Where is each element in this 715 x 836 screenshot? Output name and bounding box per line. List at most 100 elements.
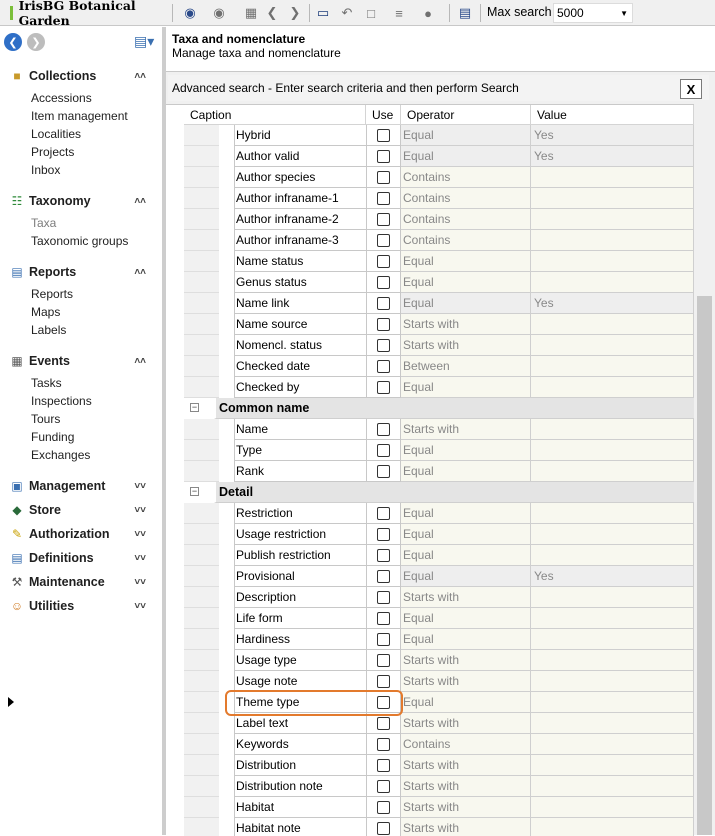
use-checkbox[interactable] xyxy=(377,590,390,604)
use-cell[interactable] xyxy=(366,629,401,650)
use-checkbox[interactable] xyxy=(377,149,390,163)
use-checkbox[interactable] xyxy=(377,233,390,247)
use-checkbox[interactable] xyxy=(377,548,390,562)
operator-cell[interactable]: Contains xyxy=(401,230,531,251)
operator-cell[interactable]: Between xyxy=(401,356,531,377)
value-cell[interactable]: Yes xyxy=(531,566,694,587)
chevron-up-icon[interactable]: ˄˄ xyxy=(134,196,146,207)
table-row[interactable]: Checked date Between xyxy=(184,356,694,377)
nav-forward-icon[interactable]: ❯ xyxy=(27,33,45,51)
table-row[interactable]: Nomencl. status Starts with xyxy=(184,335,694,356)
operator-cell[interactable]: Contains xyxy=(401,188,531,209)
sidebar-item-taxonomic-groups[interactable]: Taxonomic groups xyxy=(31,234,128,248)
use-cell[interactable] xyxy=(366,566,401,587)
operator-cell[interactable]: Equal xyxy=(401,251,531,272)
table-row[interactable]: Author valid Equal Yes xyxy=(184,146,694,167)
use-cell[interactable] xyxy=(366,167,401,188)
use-checkbox[interactable] xyxy=(377,443,390,457)
use-cell[interactable] xyxy=(366,713,401,734)
undo-icon[interactable]: ↶ xyxy=(337,3,357,23)
value-cell[interactable] xyxy=(531,209,694,230)
use-cell[interactable] xyxy=(366,125,401,146)
table-row[interactable]: Description Starts with xyxy=(184,587,694,608)
use-cell[interactable] xyxy=(366,755,401,776)
value-cell[interactable] xyxy=(531,755,694,776)
table-row[interactable]: Usage type Starts with xyxy=(184,650,694,671)
use-checkbox[interactable] xyxy=(377,716,390,730)
use-checkbox[interactable] xyxy=(377,422,390,436)
row-indicator[interactable] xyxy=(184,314,219,335)
row-indicator[interactable] xyxy=(184,692,219,713)
chevron-down-icon[interactable]: ˅˅ xyxy=(134,481,146,492)
value-cell[interactable]: Yes xyxy=(531,146,694,167)
operator-cell[interactable]: Starts with xyxy=(401,776,531,797)
use-checkbox[interactable] xyxy=(377,821,390,835)
collapse-icon[interactable]: − xyxy=(190,487,199,496)
operator-cell[interactable]: Equal xyxy=(401,545,531,566)
sidebar-item-funding[interactable]: Funding xyxy=(31,430,74,444)
value-cell[interactable] xyxy=(531,377,694,398)
use-checkbox[interactable] xyxy=(377,569,390,583)
sidebar-group-maintenance[interactable]: ⚒ Maintenance ˅˅ xyxy=(0,571,160,593)
value-cell[interactable] xyxy=(531,734,694,755)
sidebar-menu-icon[interactable]: ▤▾ xyxy=(134,33,156,51)
operator-cell[interactable]: Starts with xyxy=(401,755,531,776)
use-checkbox[interactable] xyxy=(377,758,390,772)
row-indicator[interactable] xyxy=(184,629,219,650)
table-row[interactable]: Habitat note Starts with xyxy=(184,818,694,836)
use-checkbox[interactable] xyxy=(377,170,390,184)
export-icon[interactable]: ≡ xyxy=(389,3,409,23)
save-icon[interactable]: □ xyxy=(361,3,381,23)
max-search-select[interactable]: 5000 ▼ xyxy=(553,3,633,23)
find-icon[interactable]: ◉ xyxy=(180,3,200,23)
sidebar-group-utilities[interactable]: ☺ Utilities ˅˅ xyxy=(0,595,160,617)
operator-cell[interactable]: Equal xyxy=(401,692,531,713)
table-row[interactable]: Life form Equal xyxy=(184,608,694,629)
table-row[interactable]: Usage note Starts with xyxy=(184,671,694,692)
grid-icon[interactable]: ▦ xyxy=(241,3,261,23)
value-cell[interactable] xyxy=(531,587,694,608)
use-checkbox[interactable] xyxy=(377,128,390,142)
row-indicator[interactable] xyxy=(184,251,219,272)
operator-cell[interactable]: Starts with xyxy=(401,587,531,608)
table-row[interactable]: Genus status Equal xyxy=(184,272,694,293)
column-use[interactable]: Use xyxy=(366,105,401,125)
use-checkbox[interactable] xyxy=(377,779,390,793)
row-indicator[interactable] xyxy=(184,524,219,545)
value-cell[interactable] xyxy=(531,419,694,440)
use-cell[interactable] xyxy=(366,146,401,167)
value-cell[interactable] xyxy=(531,776,694,797)
value-cell[interactable] xyxy=(531,356,694,377)
sidebar-item-reports[interactable]: Reports xyxy=(31,287,73,301)
use-checkbox[interactable] xyxy=(377,338,390,352)
value-cell[interactable] xyxy=(531,545,694,566)
value-cell[interactable] xyxy=(531,251,694,272)
value-cell[interactable] xyxy=(531,503,694,524)
sidebar-item-projects[interactable]: Projects xyxy=(31,145,74,159)
close-button[interactable]: X xyxy=(680,79,702,99)
column-operator[interactable]: Operator xyxy=(401,105,531,125)
find-disabled-icon[interactable]: ◉ xyxy=(209,3,229,23)
row-indicator[interactable] xyxy=(184,587,219,608)
chevron-up-icon[interactable]: ˄˄ xyxy=(134,267,146,278)
use-cell[interactable] xyxy=(366,209,401,230)
row-indicator[interactable] xyxy=(184,167,219,188)
use-cell[interactable] xyxy=(366,524,401,545)
vertical-scrollbar[interactable] xyxy=(694,100,715,835)
sidebar-item-taxa[interactable]: Taxa xyxy=(31,216,56,230)
table-row[interactable]: Name source Starts with xyxy=(184,314,694,335)
use-checkbox[interactable] xyxy=(377,800,390,814)
sidebar-group-collections[interactable]: ■ Collections ˄˄ xyxy=(0,65,160,87)
use-cell[interactable] xyxy=(366,251,401,272)
row-indicator[interactable] xyxy=(184,461,219,482)
table-row[interactable]: Type Equal xyxy=(184,440,694,461)
row-indicator[interactable] xyxy=(184,230,219,251)
operator-cell[interactable]: Equal xyxy=(401,608,531,629)
sidebar-item-inspections[interactable]: Inspections xyxy=(31,394,92,408)
sidebar-item-maps[interactable]: Maps xyxy=(31,305,60,319)
chevron-down-icon[interactable]: ˅˅ xyxy=(134,529,146,540)
table-row[interactable]: Restriction Equal xyxy=(184,503,694,524)
sidebar-group-management[interactable]: ▣ Management ˅˅ xyxy=(0,475,160,497)
sidebar-item-tasks[interactable]: Tasks xyxy=(31,376,62,390)
operator-cell[interactable]: Equal xyxy=(401,440,531,461)
